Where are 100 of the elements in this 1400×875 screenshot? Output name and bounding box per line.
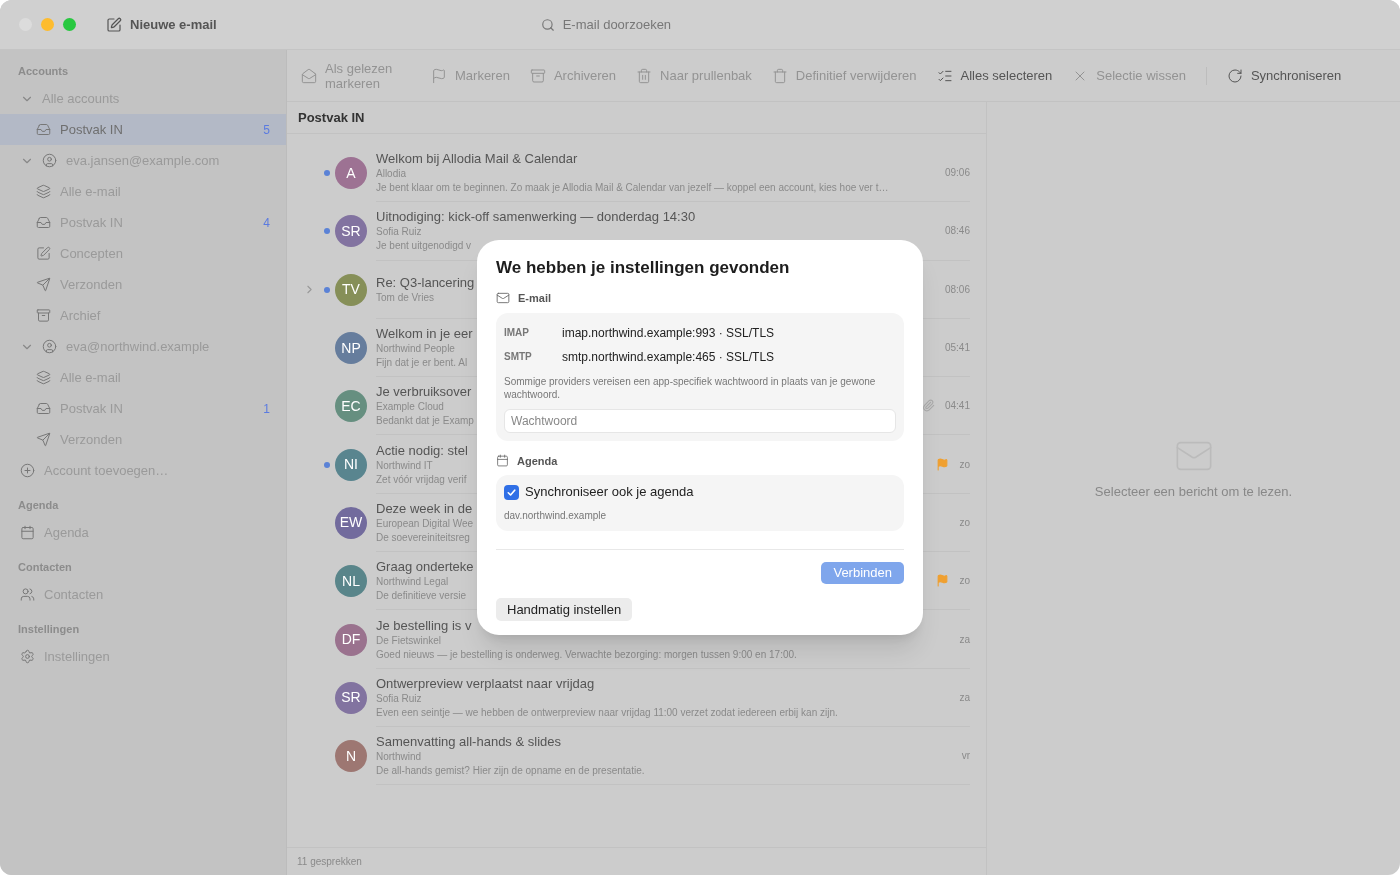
message-time: 08:46 bbox=[944, 224, 970, 239]
message-time: 05:41 bbox=[944, 341, 970, 356]
avatar: EC bbox=[335, 390, 367, 423]
message-subject: Welkom bij Allodia Mail & Calendar bbox=[376, 150, 578, 168]
message-sender: Sofia Ruiz bbox=[376, 225, 422, 240]
avatar: SR bbox=[335, 215, 367, 248]
settings-icon bbox=[20, 649, 35, 664]
archive-box-icon bbox=[36, 308, 51, 323]
avatar: NP bbox=[335, 332, 367, 365]
message-sender: Northwind bbox=[376, 750, 422, 765]
unread-count: 4 bbox=[263, 214, 270, 232]
search-icon bbox=[540, 17, 555, 32]
message-subject: Uitnodiging: kick-off samenwerking — donderdag 14:30 bbox=[376, 208, 696, 226]
message-preview: Even een seintje — we hebben de ontwerpreview naar vrijdag 11:00 verzet zodat iedereen erbij kan zijn. bbox=[376, 705, 838, 720]
message-time: 09:06 bbox=[944, 166, 970, 181]
server-address: smtp.northwind.example:465 · SSL/TLS bbox=[562, 348, 775, 366]
avatar: DF bbox=[335, 623, 367, 656]
avatar: A bbox=[335, 157, 367, 190]
message-time: zo bbox=[959, 457, 970, 472]
message-preview: Bedankt dat je Examp bbox=[376, 414, 474, 429]
message-time: vr bbox=[961, 749, 970, 764]
message-sender: Northwind IT bbox=[376, 458, 433, 473]
calendar-server: dav.northwind.example bbox=[504, 509, 608, 523]
server-address: imap.northwind.example:993 · SSL/TLS bbox=[562, 324, 775, 342]
message-time: 08:06 bbox=[944, 282, 970, 297]
calendar-icon bbox=[496, 454, 509, 468]
message-preview: De definitieve versie bbox=[376, 589, 467, 604]
avatar: NI bbox=[335, 448, 367, 481]
message-sender: Sofia Ruiz bbox=[376, 691, 422, 706]
message-subject: Je verbruiksover bbox=[376, 383, 472, 401]
message-sender: Northwind Legal bbox=[376, 575, 449, 590]
message-sender: Tom de Vries bbox=[376, 290, 434, 305]
people-icon bbox=[20, 587, 35, 602]
zoom-window-icon[interactable] bbox=[63, 18, 76, 31]
plus-circle-icon bbox=[20, 463, 35, 478]
trash-icon bbox=[771, 67, 788, 84]
avatar: N bbox=[335, 740, 367, 773]
toolbar-button[interactable]: Alles selecteren bbox=[936, 65, 1053, 86]
user-circle-icon bbox=[42, 339, 57, 354]
sidebar-label: Postvak IN bbox=[60, 120, 123, 139]
unread-count: 1 bbox=[263, 400, 270, 418]
section-heading: E-mail bbox=[518, 291, 551, 306]
dialog-title: We hebben je instellingen gevonden bbox=[496, 258, 791, 278]
refresh-icon bbox=[1226, 67, 1243, 84]
trash-icon bbox=[636, 67, 653, 84]
message-preview: De all-hands gemist? Hier zijn de opname en de presentatie. bbox=[376, 764, 645, 779]
message-row[interactable]: N Samenvatting all-hands & slides Northwind De all-hands gemist? Hier zijn de opname en de presentatie. vr bbox=[287, 726, 986, 786]
empty-state-text: Selecteer een bericht om te lezen. bbox=[1094, 482, 1293, 501]
avatar: TV bbox=[335, 273, 367, 306]
message-subject: Samenvatting all-hands & slides bbox=[376, 733, 561, 751]
compose-button[interactable]: Nieuwe e-mail bbox=[98, 10, 225, 39]
minimize-window-icon[interactable] bbox=[41, 18, 54, 31]
password-note: Sommige providers vereisen een app-specifiek wachtwoord in plaats van je gewone wachtwoord. bbox=[504, 374, 877, 401]
pencil-square-icon bbox=[36, 246, 51, 261]
sync-checkbox[interactable] bbox=[504, 484, 519, 500]
protocol-label: SMTP bbox=[504, 350, 533, 364]
message-preview: Fijn dat je er bent. Al bbox=[376, 356, 468, 371]
message-time: zo bbox=[959, 515, 970, 530]
avatar: SR bbox=[335, 681, 367, 714]
message-subject: Ontwerpreview verplaatst naar vrijdag bbox=[376, 674, 595, 692]
calendar-icon bbox=[20, 525, 35, 540]
message-subject: Graag onderteke bbox=[376, 558, 474, 576]
toolbar-button[interactable]: Synchroniseren bbox=[1226, 65, 1342, 86]
password-field[interactable]: Wachtwoord bbox=[504, 408, 896, 433]
avatar: NL bbox=[335, 565, 367, 598]
checkbox-label: Synchroniseer ook je agenda bbox=[525, 483, 694, 502]
avatar: EW bbox=[335, 506, 367, 539]
archive-box-icon bbox=[529, 67, 546, 84]
message-sender: European Digital Wee bbox=[376, 516, 474, 531]
user-circle-icon bbox=[42, 153, 57, 168]
envelope-open-icon bbox=[301, 67, 317, 84]
message-sender: Allodia bbox=[376, 167, 407, 182]
list-title: Postvak IN bbox=[287, 102, 986, 134]
status-text: 11 gesprekken bbox=[287, 847, 986, 875]
unread-count: 5 bbox=[263, 121, 270, 139]
message-preview: De soevereiniteitsreg bbox=[376, 530, 470, 545]
message-preview: Zet vóór vrijdag verif bbox=[376, 472, 467, 487]
paper-plane-icon bbox=[36, 277, 51, 292]
checkmark-icon bbox=[506, 486, 517, 498]
message-row[interactable]: SR Ontwerpreview verplaatst naar vrijdag Sofia Ruiz Even een seintje — we hebben de ontwerpreview naar vrijdag 11:00 verzet zodat iedereen erbij kan zijn. za bbox=[287, 668, 986, 727]
manual-setup-button[interactable]: Handmatig instellen bbox=[496, 598, 633, 621]
compose-icon bbox=[106, 16, 122, 33]
message-sender: Northwind People bbox=[376, 342, 455, 357]
message-subject: Je bestelling is v bbox=[376, 616, 472, 634]
message-time: za bbox=[959, 632, 970, 647]
message-preview: Goed nieuws — je bestelling is onderweg. Verwachte bezorging: morgen tussen 9:00 en 17:00. bbox=[376, 647, 797, 662]
message-time: zo bbox=[959, 574, 970, 589]
message-sender: Example Cloud bbox=[376, 400, 444, 415]
paper-plane-icon bbox=[36, 432, 51, 447]
message-sender: De Fietswinkel bbox=[376, 633, 442, 648]
envelope-icon bbox=[496, 291, 510, 306]
message-time: 04:41 bbox=[944, 399, 970, 414]
protocol-label: IMAP bbox=[504, 326, 530, 340]
message-row[interactable]: A Welkom bij Allodia Mail & Calendar Allodia Je bent klaar om te beginnen. Zo maak je Allodia Mail & Calendar van jezelf — koppel een account, kies hoe ver t… 09:06 bbox=[287, 144, 986, 203]
message-preview: Je bent uitgenodigd v bbox=[376, 239, 472, 254]
message-subject: Re: Q3-lancering bbox=[376, 273, 475, 291]
message-time: za bbox=[959, 690, 970, 705]
message-subject: Welkom in je eer bbox=[376, 325, 473, 343]
message-preview: Je bent klaar om te beginnen. Zo maak je Allodia Mail & Calendar van jezelf — koppel een account, kies hoe ver t… bbox=[376, 181, 889, 196]
sidebar-item[interactable]: Postvak IN 5 bbox=[0, 114, 286, 145]
